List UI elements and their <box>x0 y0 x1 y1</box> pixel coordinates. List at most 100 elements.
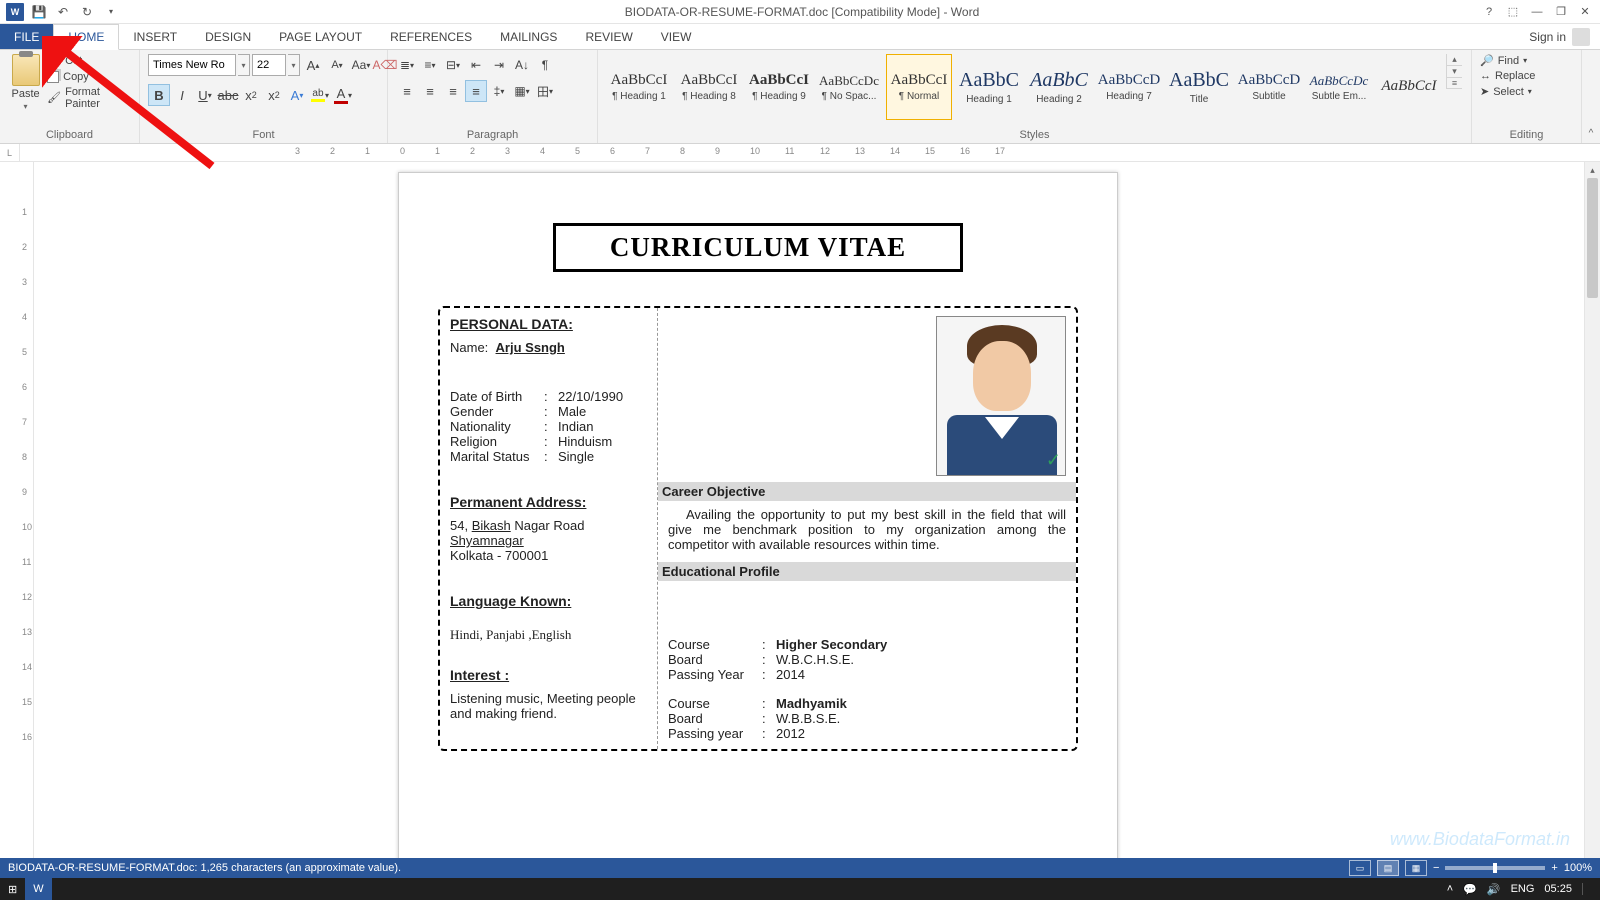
line-spacing-button[interactable]: ‡▾ <box>488 80 510 102</box>
style-item-4[interactable]: AaBbCcI¶ Normal <box>886 54 952 120</box>
zoom-in-icon[interactable]: + <box>1551 862 1557 874</box>
zoom-out-icon[interactable]: − <box>1433 862 1439 874</box>
align-left-button[interactable]: ≡ <box>396 80 418 102</box>
taskbar-word-icon[interactable]: W <box>25 878 51 900</box>
style-item-0[interactable]: AaBbCcI¶ Heading 1 <box>606 54 672 120</box>
select-button[interactable]: ➤Select▾ <box>1480 85 1532 98</box>
paste-button[interactable]: Paste ▾ <box>8 54 43 111</box>
print-layout-icon[interactable]: ▤ <box>1377 860 1399 876</box>
strikethrough-button[interactable]: abc <box>217 84 239 106</box>
sort-button[interactable]: A↓ <box>511 54 533 76</box>
volume-icon[interactable]: 🔊 <box>1487 883 1501 896</box>
chevron-down-icon[interactable]: ▾ <box>288 54 300 76</box>
align-right-button[interactable]: ≡ <box>442 80 464 102</box>
group-styles: AaBbCcI¶ Heading 1AaBbCcI¶ Heading 8AaBb… <box>598 50 1472 143</box>
style-item-9[interactable]: AaBbCcDSubtitle <box>1236 54 1302 120</box>
scroll-up-icon[interactable]: ▴ <box>1585 162 1600 178</box>
multilevel-button[interactable]: ⊟▾ <box>442 54 464 76</box>
styles-scroll[interactable]: ▴▾≡ <box>1446 54 1462 89</box>
sign-in[interactable]: Sign in <box>1519 24 1600 49</box>
style-item-6[interactable]: AaBbCHeading 2 <box>1026 54 1092 120</box>
style-item-10[interactable]: AaBbCcDcSubtle Em... <box>1306 54 1372 120</box>
tab-mailings[interactable]: MAILINGS <box>486 24 571 49</box>
style-item-7[interactable]: AaBbCcDHeading 7 <box>1096 54 1162 120</box>
gender-label: Gender <box>450 404 544 419</box>
horizontal-ruler[interactable]: 32101234567891011121314151617 <box>20 144 1600 161</box>
decrease-indent-button[interactable]: ⇤ <box>465 54 487 76</box>
text-effects-button[interactable]: A▾ <box>286 84 308 106</box>
style-item-5[interactable]: AaBbCHeading 1 <box>956 54 1022 120</box>
start-button[interactable]: ⊞ <box>0 878 25 900</box>
undo-icon[interactable]: ↶ <box>54 3 72 21</box>
italic-button[interactable]: I <box>171 84 193 106</box>
cut-button[interactable]: Cut <box>47 54 131 68</box>
tab-design[interactable]: DESIGN <box>191 24 265 49</box>
increase-indent-button[interactable]: ⇥ <box>488 54 510 76</box>
borders-button[interactable]: 田▾ <box>534 80 556 102</box>
style-item-3[interactable]: AaBbCcDc¶ No Spac... <box>816 54 882 120</box>
edu1-board-label: Board <box>668 652 762 667</box>
style-item-11[interactable]: AaBbCcI <box>1376 54 1442 120</box>
font-size-combobox[interactable]: 22 <box>252 54 286 76</box>
document-viewport[interactable]: 12345678910111213141516 CURRICULUM VITAE… <box>18 162 1584 870</box>
underline-button[interactable]: U▾ <box>194 84 216 106</box>
grow-font-button[interactable]: A▴ <box>302 54 324 76</box>
style-item-1[interactable]: AaBbCcI¶ Heading 8 <box>676 54 742 120</box>
action-center-icon[interactable]: 💬 <box>1463 883 1477 896</box>
vertical-ruler[interactable]: 12345678910111213141516 <box>18 162 34 870</box>
tab-page-layout[interactable]: PAGE LAYOUT <box>265 24 376 49</box>
tab-file[interactable]: FILE <box>0 24 53 49</box>
tab-insert[interactable]: INSERT <box>119 24 191 49</box>
show-desktop[interactable] <box>1582 883 1592 895</box>
redo-icon[interactable]: ↻ <box>78 3 96 21</box>
help-icon[interactable]: ? <box>1478 3 1500 21</box>
save-icon[interactable]: 💾 <box>30 3 48 21</box>
justify-button[interactable]: ≡ <box>465 80 487 102</box>
address-line2: Shyamnagar <box>450 533 647 548</box>
align-center-button[interactable]: ≡ <box>419 80 441 102</box>
highlight-button[interactable]: ab▾ <box>309 84 331 106</box>
tab-home[interactable]: HOME <box>53 24 119 50</box>
bullets-button[interactable]: ≣▾ <box>396 54 418 76</box>
tab-review[interactable]: REVIEW <box>571 24 646 49</box>
windows-taskbar: ⊞ W ˄ 💬 🔊 ENG 05:25 <box>0 878 1600 900</box>
restore-icon[interactable]: ❐ <box>1550 3 1572 21</box>
copy-button[interactable]: Copy <box>47 71 131 83</box>
subscript-button[interactable]: x2 <box>240 84 262 106</box>
zoom-slider[interactable] <box>1445 866 1545 870</box>
font-color-button[interactable]: A▾ <box>332 84 354 106</box>
zoom-value[interactable]: 100% <box>1564 862 1592 874</box>
close-icon[interactable]: ✕ <box>1574 3 1596 21</box>
status-left[interactable]: BIODATA-OR-RESUME-FORMAT.doc: 1,265 char… <box>8 862 401 874</box>
minimize-icon[interactable]: — <box>1526 3 1548 21</box>
superscript-button[interactable]: x2 <box>263 84 285 106</box>
tab-view[interactable]: VIEW <box>647 24 706 49</box>
style-item-2[interactable]: AaBbCcI¶ Heading 9 <box>746 54 812 120</box>
shading-button[interactable]: ▦▾ <box>511 80 533 102</box>
font-name-combobox[interactable]: Times New Ro <box>148 54 236 76</box>
chevron-down-icon[interactable]: ▾ <box>238 54 250 76</box>
tab-references[interactable]: REFERENCES <box>376 24 486 49</box>
resume-table: PERSONAL DATA: Name: Arju Ssngh Date of … <box>438 306 1078 751</box>
binoculars-icon: 🔎 <box>1480 54 1494 67</box>
scroll-thumb[interactable] <box>1587 178 1598 298</box>
format-painter-button[interactable]: Format Painter <box>47 86 131 110</box>
numbering-button[interactable]: ≡▾ <box>419 54 441 76</box>
change-case-button[interactable]: Aa▾ <box>350 54 372 76</box>
vertical-scrollbar[interactable]: ▴ ▾ <box>1584 162 1600 870</box>
language-indicator[interactable]: ENG <box>1511 883 1535 895</box>
qat-customize-icon[interactable]: ▾ <box>102 3 120 21</box>
replace-button[interactable]: ↔Replace <box>1480 70 1535 82</box>
clock[interactable]: 05:25 <box>1544 883 1572 895</box>
shrink-font-button[interactable]: A▾ <box>326 54 348 76</box>
bold-button[interactable]: B <box>148 84 170 106</box>
tray-up-icon[interactable]: ˄ <box>1447 883 1453 895</box>
show-marks-button[interactable]: ¶ <box>534 54 556 76</box>
style-item-8[interactable]: AaBbCTitle <box>1166 54 1232 120</box>
find-button[interactable]: 🔎Find▾ <box>1480 54 1527 67</box>
read-mode-icon[interactable]: ▭ <box>1349 860 1371 876</box>
tab-selector[interactable]: L <box>0 144 20 161</box>
collapse-ribbon-icon[interactable]: ^ <box>1589 128 1594 139</box>
web-layout-icon[interactable]: ▦ <box>1405 860 1427 876</box>
ribbon-display-icon[interactable]: ⬚ <box>1502 3 1524 21</box>
